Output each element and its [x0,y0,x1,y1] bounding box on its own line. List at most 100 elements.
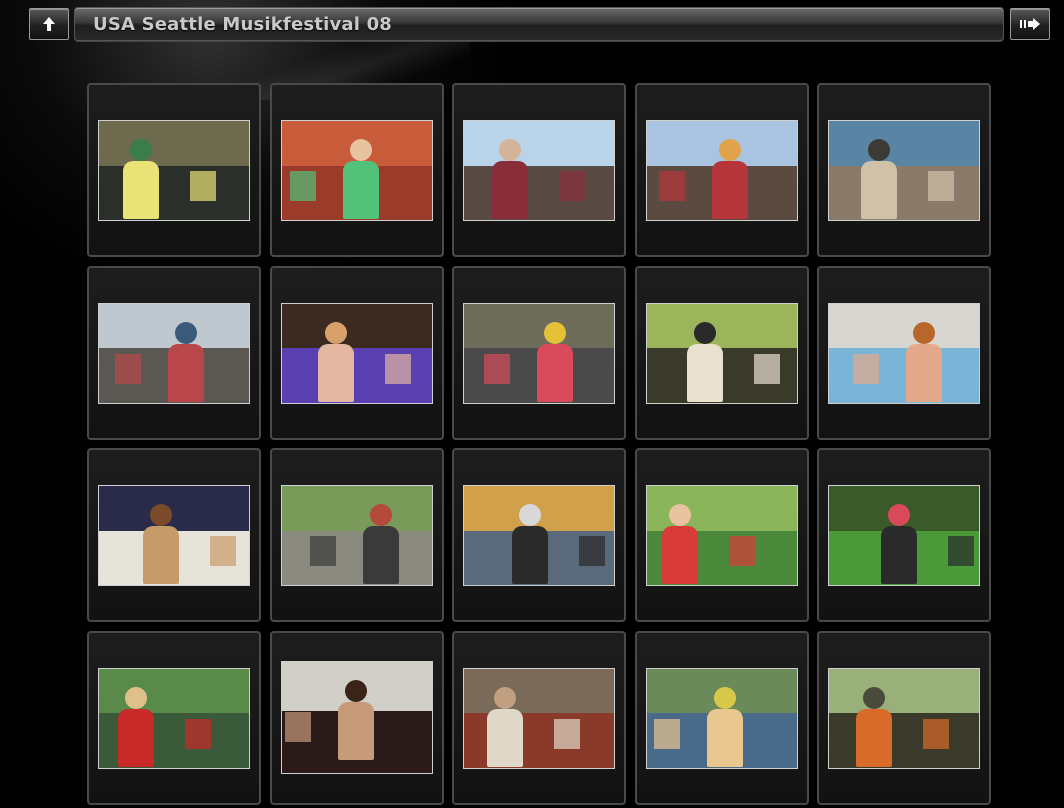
thumbnail-cell[interactable] [634,448,809,622]
photo-thumbnail-guitar-poster[interactable] [98,485,250,586]
figure-body [537,343,573,402]
thumbnail-grid [87,83,991,805]
figure-body [881,526,917,584]
thumbnail-backdrop [281,486,432,531]
background-shape [948,536,974,566]
thumbnail-cell[interactable] [269,83,444,257]
thumbnail-ground [829,348,979,403]
thumbnail-backdrop [99,486,249,531]
background-shape [559,171,585,201]
photo-thumbnail-singer-portrait[interactable] [280,302,433,404]
thumbnail-cell[interactable] [634,83,809,257]
figure-head [668,504,691,526]
thumbnail-backdrop [464,303,614,349]
thumbnail-ground [829,165,979,220]
photo-thumbnail-tent-dancer[interactable] [645,667,798,769]
background-shape [190,171,216,201]
up-button[interactable] [29,8,69,40]
figure-head [125,686,147,709]
background-shape [289,171,316,201]
thumbnail-cell[interactable] [817,448,991,622]
page-title: USA Seattle Musikfestival 08 [93,14,393,35]
background-shape [284,711,311,742]
figure-body [512,526,548,584]
figure-body [661,526,698,584]
figure-body [711,161,748,219]
photo-thumbnail-bearded-guitarist[interactable] [463,667,615,769]
photo-thumbnail-street-band[interactable] [98,302,250,404]
figure-head [344,679,367,702]
background-shape [554,718,580,749]
background-shape [210,536,236,566]
thumbnail-cell[interactable] [452,83,626,257]
figure-head [888,504,910,526]
thumbnail-backdrop [829,121,979,166]
background-shape [384,353,411,384]
photo-thumbnail-family-lawn[interactable] [828,485,980,586]
background-shape [653,718,680,749]
photo-thumbnail-festival-tshirt[interactable] [463,302,615,404]
thumbnail-cell[interactable] [452,630,626,805]
photo-thumbnail-festival-poster[interactable] [98,120,250,221]
thumbnail-ground [829,713,979,768]
thumbnail-cell[interactable] [269,630,444,805]
thumbnail-backdrop [464,121,614,166]
thumbnail-cell[interactable] [452,265,626,440]
figure-head [868,139,890,161]
thumbnail-cell[interactable] [817,83,991,257]
background-shape [658,171,685,201]
photo-thumbnail-girl-portrait[interactable] [280,660,433,774]
figure-body [362,526,399,584]
figure-head [499,139,521,161]
photo-thumbnail-fountain-crowd[interactable] [828,120,980,221]
figure-body [856,708,892,767]
next-arrow-icon [1019,17,1041,31]
photo-thumbnail-dance-hall[interactable] [463,485,615,586]
thumbnail-backdrop [646,486,797,531]
thumbnail-backdrop [281,303,432,349]
background-shape [115,353,141,384]
thumbnail-cell[interactable] [87,448,261,622]
thumbnail-ground [464,165,614,220]
figure-body [906,343,942,402]
photo-thumbnail-street-musicians[interactable] [280,485,433,586]
background-shape [853,353,879,384]
figure-head [693,321,716,344]
figure-head [519,504,541,526]
figure-body [487,708,523,767]
photo-thumbnail-woman-portrait[interactable] [828,302,980,404]
thumbnail-cell[interactable] [634,265,809,440]
thumbnail-backdrop [646,303,797,349]
thumbnail-cell[interactable] [269,448,444,622]
up-arrow-icon [41,16,57,32]
figure-head [713,686,736,709]
thumbnail-cell[interactable] [269,265,444,440]
figure-head [718,139,741,161]
thumbnail-cell[interactable] [87,83,261,257]
photo-thumbnail-elder-guitarist[interactable] [828,667,980,769]
photo-thumbnail-banjo-jam[interactable] [98,667,250,769]
thumbnail-cell[interactable] [452,448,626,622]
figure-head [369,504,392,526]
next-button[interactable] [1010,8,1050,40]
figure-body [492,161,528,219]
figure-head [863,686,885,709]
photo-thumbnail-crowd-banners[interactable] [645,120,798,221]
background-shape [928,171,954,201]
photo-thumbnail-violinist[interactable] [280,120,433,221]
figure-head [130,139,152,161]
thumbnail-backdrop [829,303,979,349]
photo-thumbnail-fiddle-players[interactable] [645,302,798,404]
thumbnail-cell[interactable] [634,630,809,805]
thumbnail-cell[interactable] [87,630,261,805]
thumbnail-cell[interactable] [817,630,991,805]
photo-thumbnail-stage-performers[interactable] [463,120,615,221]
figure-head [349,139,372,161]
thumbnail-cell[interactable] [87,265,261,440]
figure-body [317,343,354,402]
background-shape [185,718,211,749]
figure-body [123,161,159,219]
figure-head [494,686,516,709]
photo-thumbnail-dancer-red[interactable] [645,485,798,586]
thumbnail-cell[interactable] [817,265,991,440]
